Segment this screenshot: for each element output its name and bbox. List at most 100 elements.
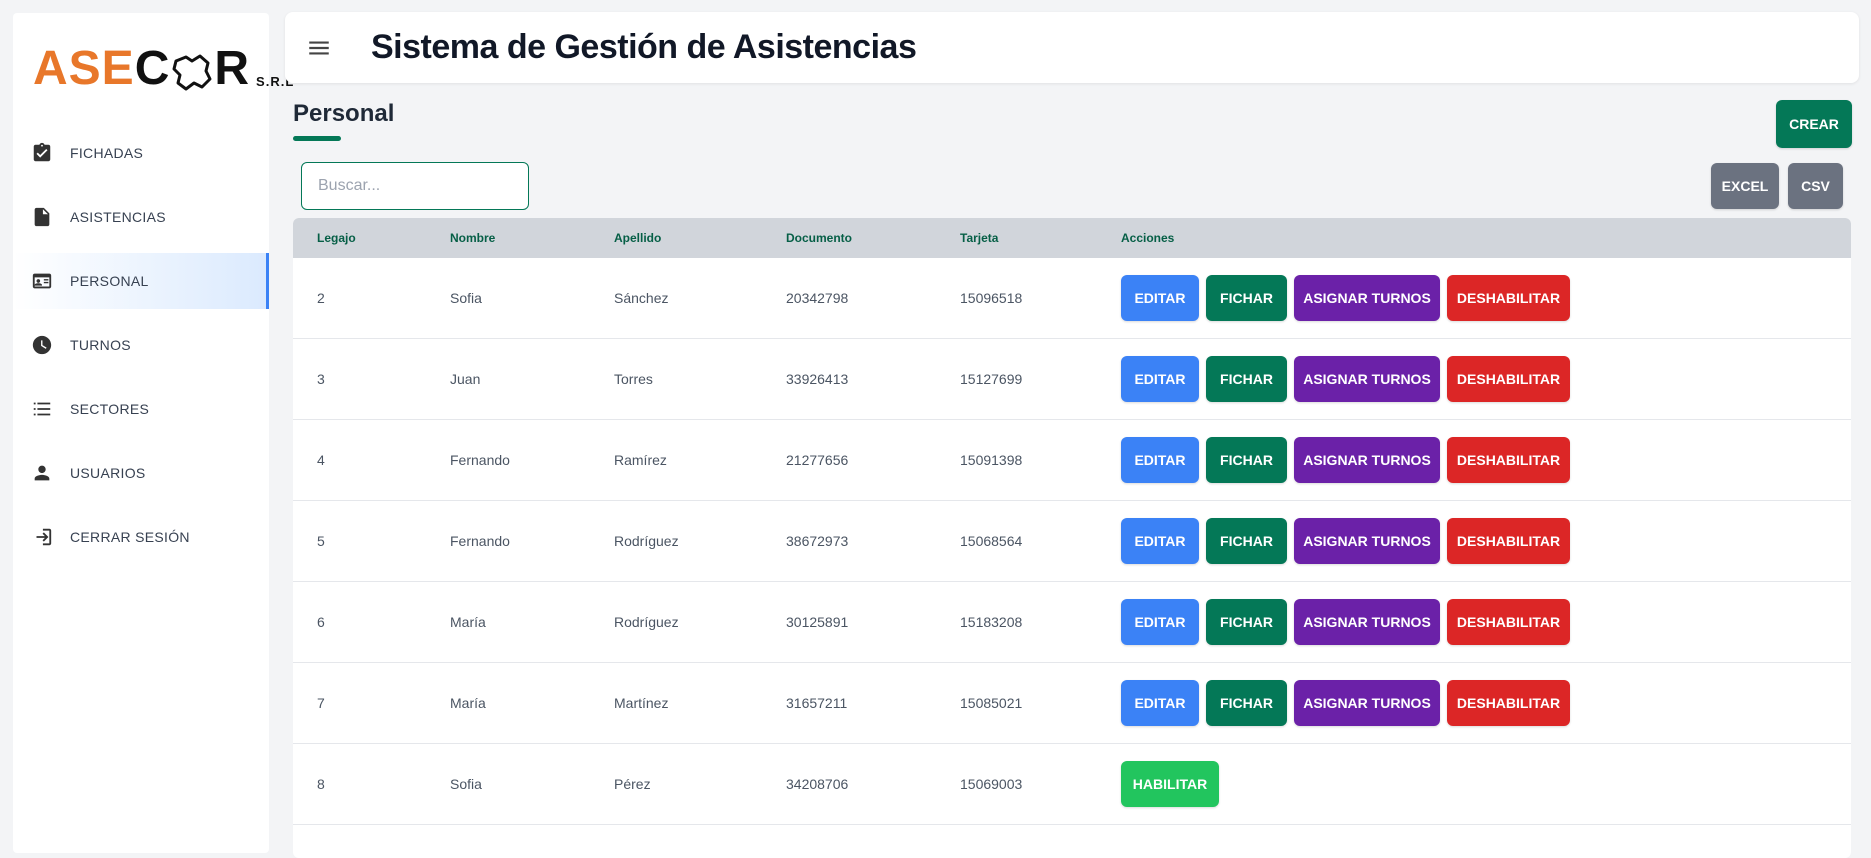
cell-apellido: Ramírez [614,419,786,501]
column-header-acciones: Acciones [1121,231,1175,245]
edit-button[interactable]: EDITAR [1121,680,1199,726]
cell-nombre: Sofia [450,258,614,339]
cell-documento: 34208706 [786,743,960,825]
fichar-button[interactable]: FICHAR [1206,680,1287,726]
disable-button[interactable]: DESHABILITAR [1447,356,1570,402]
table-row: 8 Sofia Pérez 34208706 15069003 HABILITA… [293,743,1851,825]
table-row: 3 Juan Torres 33926413 15127699 EDITAR F… [293,338,1851,420]
disable-button[interactable]: DESHABILITAR [1447,275,1570,321]
fichar-button[interactable]: FICHAR [1206,356,1287,402]
sidebar-item-usuarios[interactable]: USUARIOS [13,445,269,501]
cell-documento: 21277656 [786,419,960,501]
assign-shifts-button[interactable]: ASIGNAR TURNOS [1294,599,1440,645]
cell-nombre: Fernando [450,500,614,582]
cell-nombre: Sofia [450,743,614,825]
list-icon [30,397,54,421]
cell-apellido: Sánchez [614,258,786,339]
cell-legajo: 3 [293,338,450,420]
edit-button[interactable]: EDITAR [1121,599,1199,645]
edit-button[interactable]: EDITAR [1121,275,1199,321]
cell-tarjeta: 15183208 [960,581,1121,663]
cell-actions: HABILITAR [1121,743,1851,825]
cell-documento: 31657211 [786,662,960,744]
file-icon [30,205,54,229]
sidebar-nav: FICHADAS ASISTENCIAS PERSONAL TURNOS SEC… [13,125,269,573]
enable-button[interactable]: HABILITAR [1121,761,1219,807]
assign-shifts-button[interactable]: ASIGNAR TURNOS [1294,680,1440,726]
cell-nombre: María [450,662,614,744]
fichar-button[interactable]: FICHAR [1206,518,1287,564]
sidebar-item-label: PERSONAL [70,273,149,289]
cell-documento: 30125891 [786,581,960,663]
cell-nombre: Fernando [450,419,614,501]
disable-button[interactable]: DESHABILITAR [1447,437,1570,483]
table-row: 7 María Martínez 31657211 15085021 EDITA… [293,662,1851,744]
user-icon [30,461,54,485]
top-header: Sistema de Gestión de Asistencias [285,12,1859,83]
assign-shifts-button[interactable]: ASIGNAR TURNOS [1294,356,1440,402]
sidebar-item-label: TURNOS [70,337,131,353]
cell-apellido: Martínez [614,662,786,744]
export-excel-button[interactable]: EXCEL [1711,163,1779,209]
column-header-legajo[interactable]: Legajo [293,218,450,258]
edit-button[interactable]: EDITAR [1121,437,1199,483]
menu-toggle-button[interactable] [305,34,333,62]
cell-legajo: 8 [293,743,450,825]
fichar-button[interactable]: FICHAR [1206,437,1287,483]
cell-nombre: Juan [450,338,614,420]
fichar-button[interactable]: FICHAR [1206,599,1287,645]
cell-actions: EDITAR FICHAR ASIGNAR TURNOS DESHABILITA… [1121,662,1851,744]
logo-text-r: R [214,42,251,95]
sidebar-item-fichadas[interactable]: FICHADAS [13,125,269,181]
company-logo: ASE C R S.R.L [33,33,294,93]
cell-legajo: 4 [293,419,450,501]
disable-button[interactable]: DESHABILITAR [1447,599,1570,645]
table-header-row: Legajo Nombre Apellido Documento Tarjeta… [293,218,1851,258]
assign-shifts-button[interactable]: ASIGNAR TURNOS [1294,275,1440,321]
table-row: 6 María Rodríguez 30125891 15183208 EDIT… [293,581,1851,663]
personal-table: Legajo Nombre Apellido Documento Tarjeta… [293,218,1851,858]
column-header-documento[interactable]: Documento [786,218,960,258]
sidebar: ASE C R S.R.L FICHADAS ASISTENCIAS PERSO… [13,13,293,853]
sidebar-item-personal[interactable]: PERSONAL [13,253,269,309]
cell-apellido: Rodríguez [614,581,786,663]
sidebar-item-label: ASISTENCIAS [70,209,166,225]
cell-legajo: 6 [293,581,450,663]
sidebar-item-label: CERRAR SESIÓN [70,529,190,545]
fichar-button[interactable]: FICHAR [1206,275,1287,321]
column-header-tarjeta[interactable]: Tarjeta [960,218,1121,258]
cell-actions: EDITAR FICHAR ASIGNAR TURNOS DESHABILITA… [1121,500,1851,582]
search-input[interactable] [301,162,529,210]
cell-documento: 38672973 [786,500,960,582]
id-card-icon [30,269,54,293]
cell-actions: EDITAR FICHAR ASIGNAR TURNOS DESHABILITA… [1121,419,1851,501]
logo-text-ase: ASE [33,42,135,95]
map-logo-icon [172,54,212,91]
cell-tarjeta: 15096518 [960,258,1121,339]
disable-button[interactable]: DESHABILITAR [1447,680,1570,726]
disable-button[interactable]: DESHABILITAR [1447,518,1570,564]
cell-actions: EDITAR FICHAR ASIGNAR TURNOS DESHABILITA… [1121,258,1851,339]
assign-shifts-button[interactable]: ASIGNAR TURNOS [1294,437,1440,483]
edit-button[interactable]: EDITAR [1121,518,1199,564]
cell-legajo: 2 [293,258,450,339]
cell-actions: EDITAR FICHAR ASIGNAR TURNOS DESHABILITA… [1121,581,1851,663]
cell-tarjeta: 15069003 [960,743,1121,825]
cell-tarjeta: 15085021 [960,662,1121,744]
sidebar-item-asistencias[interactable]: ASISTENCIAS [13,189,269,245]
create-button[interactable]: CREAR [1776,100,1852,148]
page-title: Personal [293,100,395,127]
cell-apellido: Torres [614,338,786,420]
column-header-nombre[interactable]: Nombre [450,218,614,258]
assign-shifts-button[interactable]: ASIGNAR TURNOS [1294,518,1440,564]
sidebar-item-turnos[interactable]: TURNOS [13,317,269,373]
edit-button[interactable]: EDITAR [1121,356,1199,402]
cell-legajo: 7 [293,662,450,744]
column-header-apellido[interactable]: Apellido [614,218,786,258]
app-title: Sistema de Gestión de Asistencias [371,28,917,66]
export-csv-button[interactable]: CSV [1788,163,1843,209]
cell-tarjeta: 15091398 [960,419,1121,501]
sidebar-item-sectores[interactable]: SECTORES [13,381,269,437]
sidebar-item-cerrar-sesion[interactable]: CERRAR SESIÓN [13,509,269,565]
table-row: 5 Fernando Rodríguez 38672973 15068564 E… [293,500,1851,582]
